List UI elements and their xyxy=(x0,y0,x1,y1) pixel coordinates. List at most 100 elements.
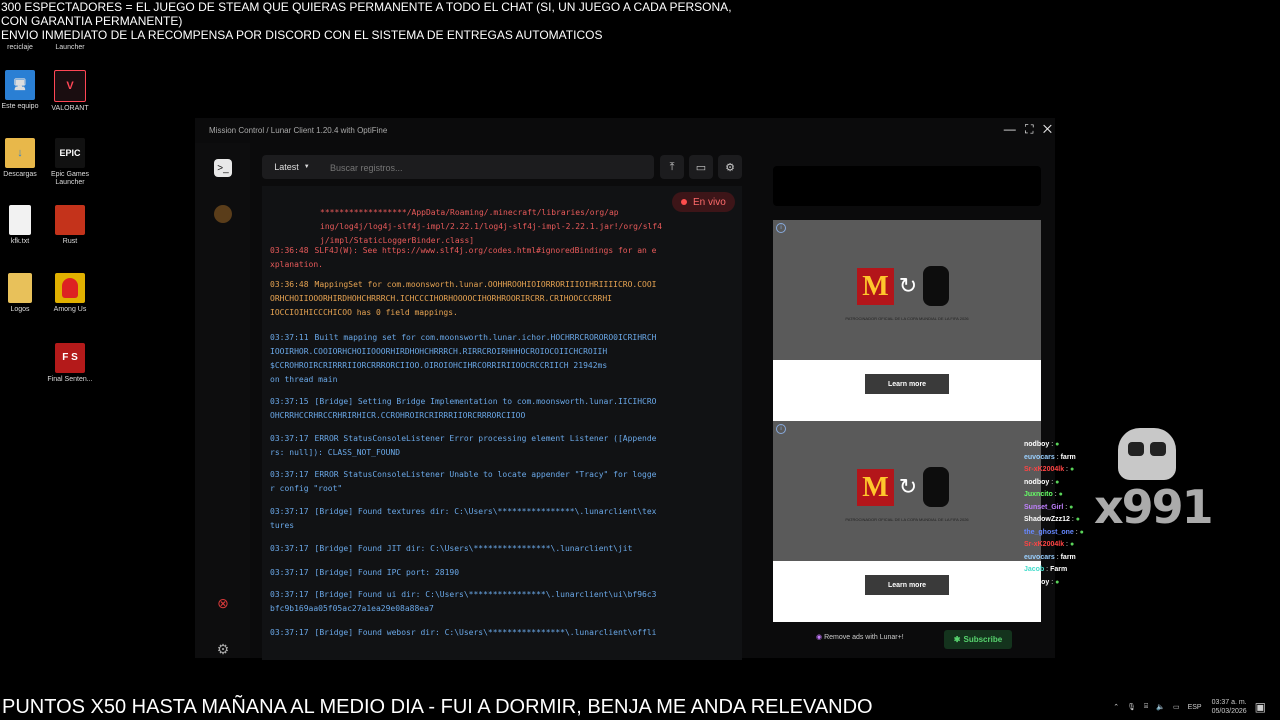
search-box[interactable] xyxy=(322,155,654,181)
volume-icon[interactable]: 🔈 xyxy=(1156,703,1165,711)
desktop-icon-text-file[interactable]: kfk.txt xyxy=(0,205,46,246)
desktop-icon-rust[interactable]: Rust xyxy=(44,205,96,246)
log-timestamp: 03:37:17 xyxy=(270,590,309,599)
log-timestamp: 03:37:17 xyxy=(270,544,309,553)
downloads-folder-icon: ↓ xyxy=(5,138,35,168)
mcdonalds-logo-icon: M xyxy=(857,469,894,506)
chat-username: Sr-xK2004lk xyxy=(1024,541,1065,548)
microphone-icon[interactable]: 🎙 xyxy=(1127,703,1136,711)
latest-dropdown[interactable]: Latest ▼ xyxy=(262,155,322,179)
log-timestamp: 03:37:11 xyxy=(270,333,309,342)
desktop-icon-recycle-bin[interactable]: reciclaje xyxy=(0,44,46,52)
ad-card[interactable]: i M ↻ PATROCINADOR OFICIAL DE LA COPA MU… xyxy=(773,421,1041,622)
watermark-text: x991 xyxy=(1094,480,1214,534)
folder-icon[interactable]: ▭ xyxy=(689,155,713,179)
log-line: 03:37:17 ERROR StatusConsoleListener Unab… xyxy=(270,468,726,496)
valorant-icon: V xyxy=(54,70,86,102)
info-icon[interactable]: i xyxy=(776,424,786,434)
gear-icon[interactable]: ⚙ xyxy=(214,640,232,658)
log-timestamp: 03:37:17 xyxy=(270,628,309,637)
info-icon[interactable]: i xyxy=(776,223,786,233)
desktop-icon-final-sentence[interactable]: F S Final Senten... xyxy=(44,343,96,384)
learn-more-button[interactable]: Learn more xyxy=(865,575,949,595)
chat-username: the_ghost_one xyxy=(1024,528,1074,536)
desktop-icon-label: Este equipo xyxy=(1,103,39,110)
display-icon[interactable]: ▭ xyxy=(1173,703,1180,711)
lunar-plus-icon: ◉ xyxy=(816,634,823,641)
desktop-icon-label: VALORANT xyxy=(51,105,89,112)
log-timestamp: 03:36:48 xyxy=(270,280,309,289)
log-message: [Bridge] Found textures dir: C:\Users\**… xyxy=(270,507,657,530)
log-message: [Bridge] Found IPC port: 28190 xyxy=(314,568,460,577)
chat-username: Sunset_Girl xyxy=(1024,503,1064,511)
log-message: [Bridge] Found JIT dir: C:\Users\*******… xyxy=(314,544,633,553)
close-circle-icon[interactable]: ⊗ xyxy=(214,594,232,612)
chat-username: euvocars xyxy=(1024,553,1055,561)
log-viewer[interactable]: ******************/AppData/Roaming/.mine… xyxy=(262,186,742,660)
desktop-icon-label: Among Us xyxy=(53,306,87,313)
learn-more-button[interactable]: Learn more xyxy=(865,374,949,394)
desktop-icon-label: reciclaje xyxy=(7,44,33,51)
desktop-icon-launcher[interactable]: Launcher xyxy=(44,44,96,52)
world-cup-logo-icon xyxy=(923,467,949,507)
watermark-logo: x991 xyxy=(1094,428,1214,538)
chat-username: Jacob xyxy=(1024,566,1045,573)
emote-icon: ● xyxy=(1079,528,1084,536)
search-input[interactable] xyxy=(322,155,642,181)
desktop-icon-downloads[interactable]: ↓ Descargas xyxy=(0,138,46,179)
ad-top-banner xyxy=(773,166,1041,206)
log-message: Built mapping set for com.moonsworth.lun… xyxy=(270,333,657,384)
live-dot-icon xyxy=(681,199,687,205)
mcdonalds-logo-icon: M xyxy=(857,268,894,305)
log-message: SLF4J(W): See https://www.slf4j.org/code… xyxy=(270,246,657,269)
desktop-icon-label: Launcher xyxy=(55,44,85,51)
emote-icon: ● xyxy=(1055,478,1060,486)
overlay-line-3: ENVIO INMEDIATO DE LA RECOMPENSA POR DIS… xyxy=(1,28,603,42)
log-message: [Bridge] Setting Bridge Implementation t… xyxy=(270,397,657,420)
language-indicator[interactable]: ESP xyxy=(1188,704,1202,711)
ad-card[interactable]: i M ↻ PATROCINADOR OFICIAL DE LA COPA MU… xyxy=(773,220,1041,421)
log-message: [Bridge] Found webosr dir: C:\Users\****… xyxy=(314,628,657,637)
desktop-icon-valorant[interactable]: V VALORANT xyxy=(44,70,96,113)
ad-image: i M ↻ PATROCINADOR OFICIAL DE LA COPA MU… xyxy=(773,220,1041,360)
network-icon[interactable]: ⌸ xyxy=(1144,703,1148,711)
text-file-icon xyxy=(9,205,31,235)
sidebar: >_ ⊗ ⚙ xyxy=(195,143,250,658)
desktop-icon-computer[interactable]: 🖥 Este equipo xyxy=(0,70,46,111)
log-message: MappingSet for com.moonsworth.lunar.OOHH… xyxy=(270,280,657,317)
chat-message: euvocars : farm xyxy=(1024,552,1144,565)
desktop-icon-among-us[interactable]: Among Us xyxy=(44,273,96,314)
log-line: 03:36:48 MappingSet for com.moonsworth.lu… xyxy=(270,278,726,320)
log-line: 03:37:17 ERROR StatusConsoleListener Erro… xyxy=(270,432,726,460)
chat-message: Sr-xK2004lk : ● xyxy=(1024,539,1144,552)
desktop-icon-label: Epic Games Launcher xyxy=(50,171,90,186)
epic-games-icon: EPIC xyxy=(55,138,85,168)
upload-icon[interactable]: ⤒ xyxy=(660,155,684,179)
ad-footer: Learn more xyxy=(773,561,1041,622)
log-line: 03:37:17 [Bridge] Found textures dir: C:\… xyxy=(270,505,726,533)
emote-icon: ● xyxy=(1069,541,1075,548)
emote-icon: ● xyxy=(1069,503,1074,511)
clock[interactable]: 03:37 a. m. 05/03/2026 xyxy=(1212,698,1247,716)
desktop-icon-label: Rust xyxy=(62,238,78,245)
profile-avatar-icon[interactable] xyxy=(214,205,232,223)
desktop-icon-epic-games[interactable]: EPIC Epic Games Launcher xyxy=(44,138,96,187)
window-controls[interactable]: — ⛶ ✕ xyxy=(1004,122,1055,137)
final-sentence-icon: F S xyxy=(55,343,85,373)
chat-username: nodboy xyxy=(1024,578,1050,586)
log-timestamp: 03:37:17 xyxy=(270,434,309,443)
desktop-icon-logos-folder[interactable]: Logos xyxy=(0,273,46,314)
chevron-up-icon[interactable]: ⌃ xyxy=(1113,703,1119,711)
subscribe-button[interactable]: ✱ Subscribe xyxy=(944,630,1012,649)
settings-icon[interactable]: ⚙ xyxy=(718,155,742,179)
emote-icon: ● xyxy=(1069,466,1075,473)
log-message: ******************/AppData/Roaming/.mine… xyxy=(320,208,662,245)
remove-ads-link[interactable]: ◉ Remove ads with Lunar+! xyxy=(816,633,904,641)
terminal-icon[interactable]: >_ xyxy=(214,159,232,177)
remove-ads-label: Remove ads with Lunar+! xyxy=(824,634,904,641)
desktop-icon-label: Logos xyxy=(10,306,30,313)
chat-text: farm xyxy=(1060,553,1076,561)
notification-icon[interactable]: ▣ xyxy=(1255,700,1266,714)
emote-icon: ● xyxy=(1058,491,1063,498)
log-timestamp: 03:37:17 xyxy=(270,507,309,516)
